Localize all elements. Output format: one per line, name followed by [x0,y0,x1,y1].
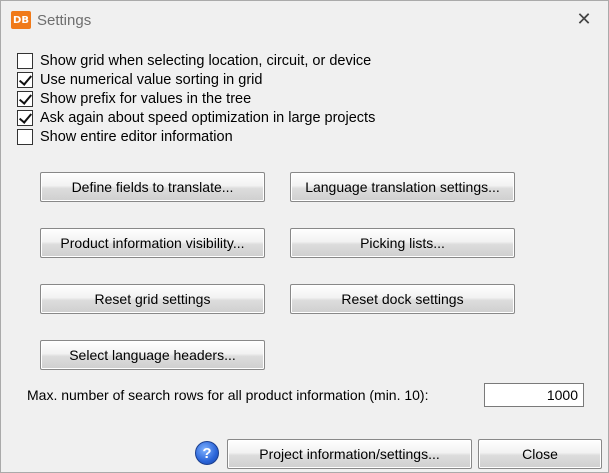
option-show-grid[interactable]: Show grid when selecting location, circu… [17,52,371,70]
checkbox-show-grid[interactable] [17,53,33,69]
reset-dock-button[interactable]: Reset dock settings [290,284,515,314]
title-bar: DB Settings ✕ [1,1,608,39]
settings-dialog: DB Settings ✕ Show grid when selecting l… [0,0,609,473]
option-show-editor-info[interactable]: Show entire editor information [17,128,233,146]
option-label: Use numerical value sorting in grid [40,72,263,88]
help-icon[interactable]: ? [195,441,219,465]
project-info-button[interactable]: Project information/settings... [227,439,472,469]
checkbox-show-editor-info[interactable] [17,129,33,145]
select-language-headers-button[interactable]: Select language headers... [40,340,265,370]
product-visibility-button[interactable]: Product information visibility... [40,228,265,258]
option-label: Show grid when selecting location, circu… [40,53,372,69]
language-translation-button[interactable]: Language translation settings... [290,172,515,202]
option-ask-speed-optimization[interactable]: Ask again about speed optimization in la… [17,109,375,127]
picking-lists-button[interactable]: Picking lists... [290,228,515,258]
option-numerical-sorting[interactable]: Use numerical value sorting in grid [17,71,262,89]
option-label: Show entire editor information [40,129,233,145]
search-rows-label: Max. number of search rows for all produ… [27,387,429,403]
search-rows-input[interactable] [484,383,584,407]
reset-grid-button[interactable]: Reset grid settings [40,284,265,314]
option-label: Show prefix for values in the tree [40,91,252,107]
close-button[interactable]: Close [478,439,602,469]
checkbox-ask-speed-optimization[interactable] [17,110,33,126]
define-fields-button[interactable]: Define fields to translate... [40,172,265,202]
checkbox-numerical-sorting[interactable] [17,72,33,88]
option-show-prefix[interactable]: Show prefix for values in the tree [17,90,251,108]
close-icon[interactable]: ✕ [574,9,594,29]
option-label: Ask again about speed optimization in la… [40,110,376,126]
checkbox-show-prefix[interactable] [17,91,33,107]
window-title: Settings [37,12,92,29]
app-logo-icon: DB [11,11,31,29]
